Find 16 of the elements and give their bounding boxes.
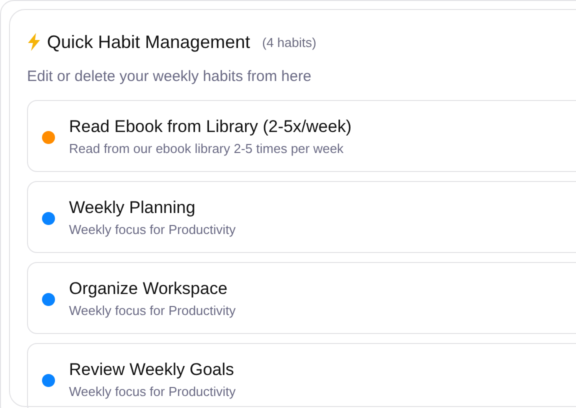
habit-name: Organize Workspace xyxy=(69,278,228,298)
habit-row[interactable]: Organize Workspace Weekly focus for Productivity xyxy=(27,262,576,334)
habit-name: Read Ebook from Library (2-5x/week) xyxy=(69,116,352,136)
panel-title: Quick Habit Management xyxy=(47,32,250,52)
habit-description: Read from our ebook library 2-5 times per week xyxy=(69,140,345,156)
habit-description: Weekly focus for Productivity xyxy=(69,222,236,236)
panel-subtitle: Edit or delete your weekly habits from here xyxy=(27,68,312,85)
habit-description: Weekly focus for Productivity xyxy=(69,384,236,398)
habit-count: (4 habits) xyxy=(262,34,316,50)
habit-row[interactable]: Read Ebook from Library (2-5x/week) Read from our ebook library 2-5 times per week xyxy=(27,100,576,172)
habit-row[interactable]: Weekly Planning Weekly focus for Productivity xyxy=(27,181,576,253)
habit-name: Review Weekly Goals xyxy=(69,360,236,380)
lightning-bolt-icon xyxy=(27,33,41,51)
habit-description: Weekly focus for Productivity xyxy=(69,302,236,318)
habit-row[interactable]: Review Weekly Goals Weekly focus for Productivity xyxy=(27,343,576,408)
habit-name: Weekly Planning xyxy=(69,198,196,218)
